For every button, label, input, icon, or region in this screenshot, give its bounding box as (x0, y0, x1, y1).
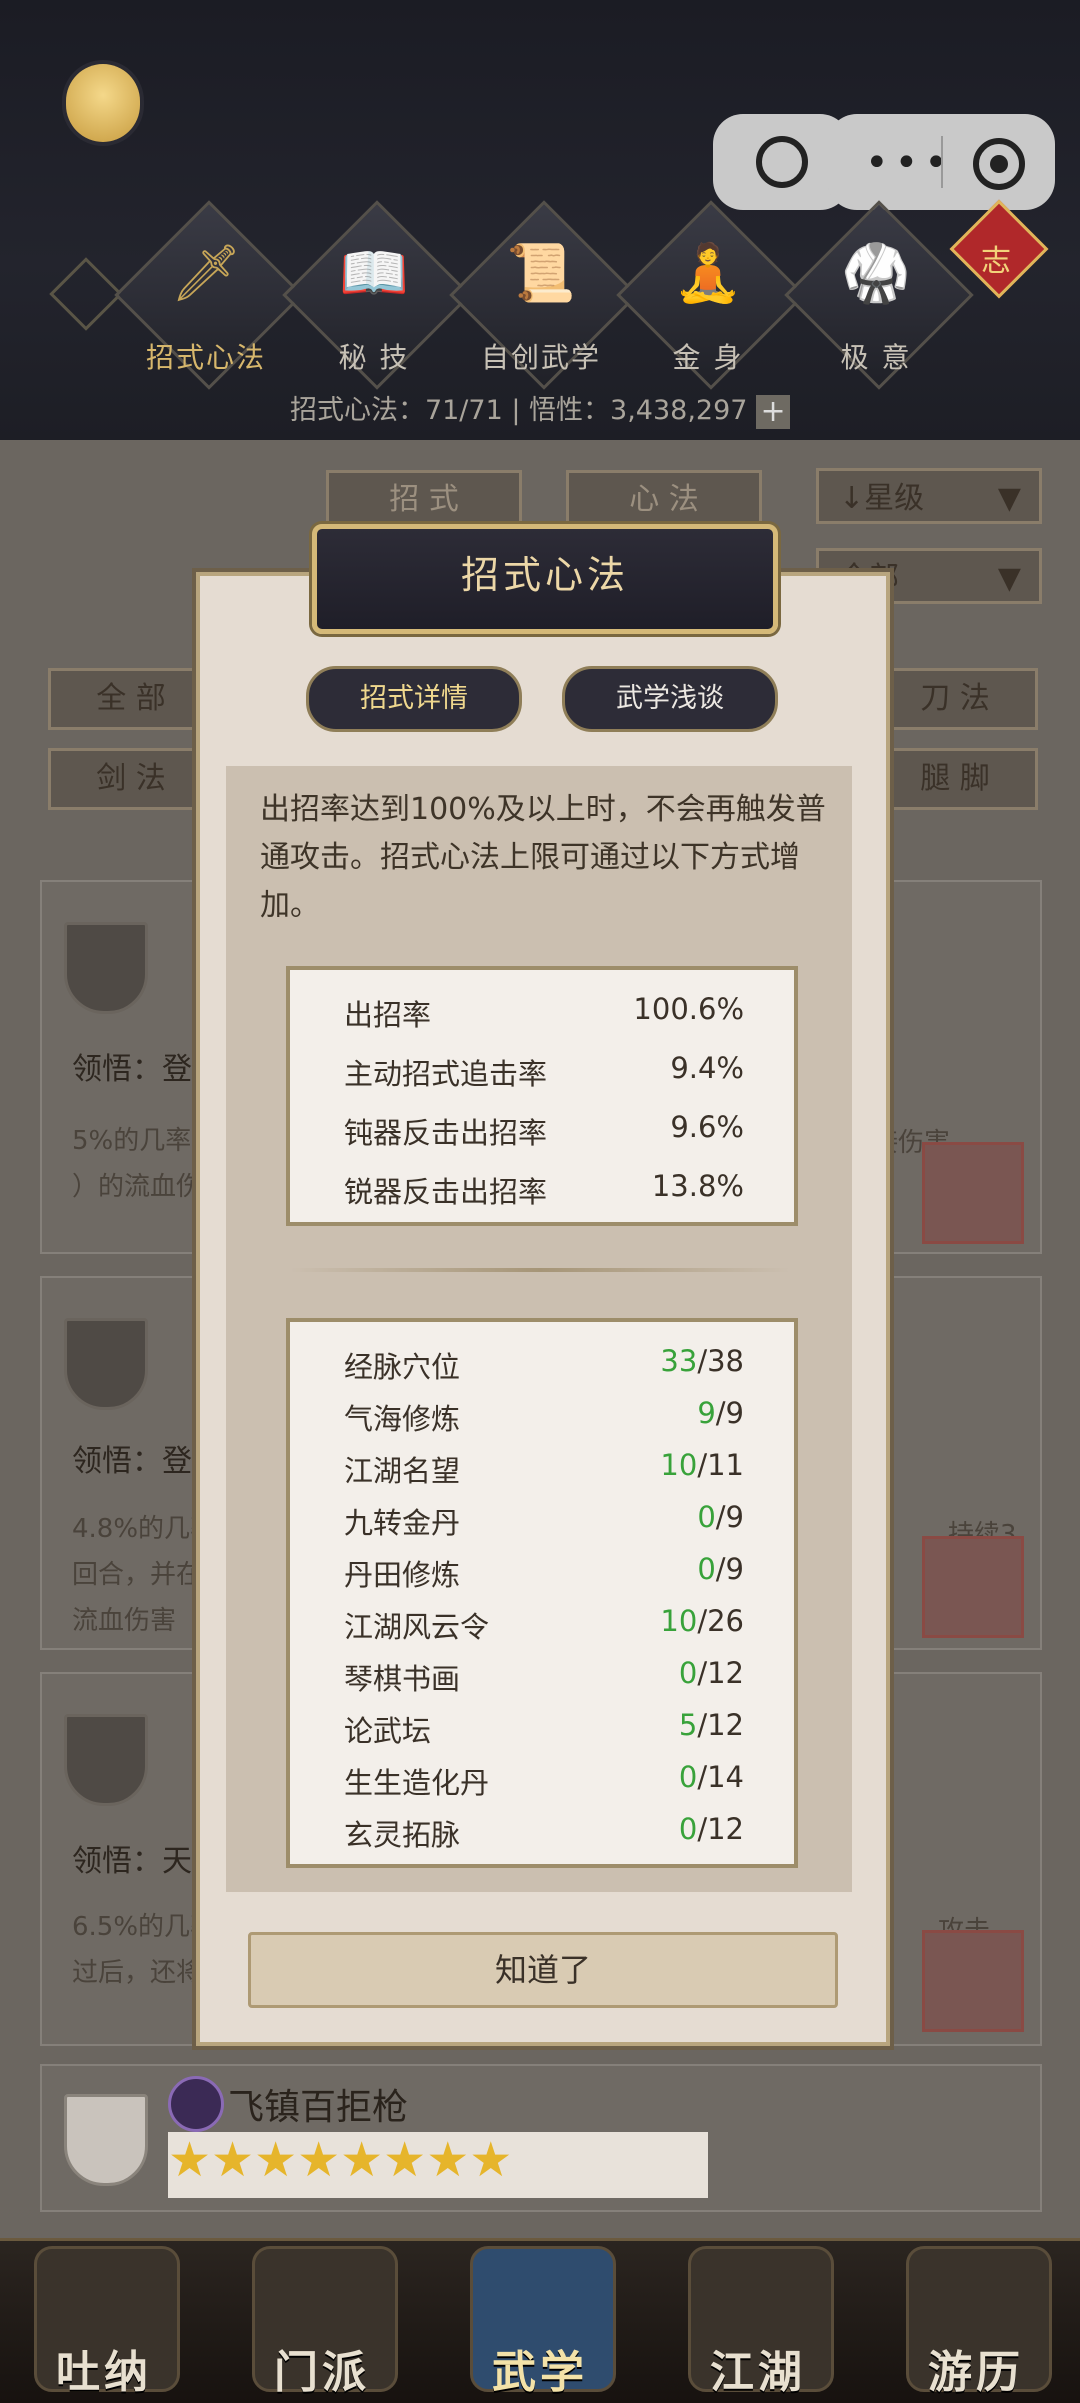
sect-badge-icon (168, 2076, 224, 2132)
divider (290, 1268, 790, 1272)
upgrade-shield-icon[interactable] (64, 2094, 148, 2186)
star-icon: ★ (297, 2132, 341, 2188)
star-icon: ★ (254, 2132, 298, 2188)
meditation-icon: 🧘 (673, 241, 743, 306)
sources-list[interactable]: 经脉穴位 33/38 气海修炼 9/9 江湖名望 10/11 九转金丹 0/9 丹田修炼… (286, 1318, 798, 1868)
nav-label-jianghu: 江湖 (710, 2347, 806, 2398)
nav-label-tuna: 吐纳 (56, 2347, 152, 2398)
ok-button[interactable]: 知道了 (248, 1932, 838, 2008)
seal-icon (922, 1142, 1024, 1244)
avatar-icon[interactable] (66, 64, 140, 142)
filter-blade[interactable]: 刀 法 (872, 668, 1038, 730)
seal-icon (922, 1930, 1024, 2032)
plus-icon[interactable]: + (756, 394, 791, 429)
star-icon: ★ (426, 2132, 470, 2188)
rate-row: 出招率 100.6% (344, 992, 744, 1032)
nav-label-wuxue: 武学 (492, 2347, 588, 2398)
source-row: 玄灵拓脉 0/12 (344, 1812, 744, 1852)
source-row: 论武坛 5/12 (344, 1708, 744, 1748)
star-icon: ★ (469, 2132, 513, 2188)
seal-icon (922, 1536, 1024, 1638)
category-label-2: 自创武学 (480, 341, 601, 374)
source-row: 生生造化丹 0/14 (344, 1760, 744, 1800)
star-icon: ★ (383, 2132, 427, 2188)
card-lingwu: 领悟：天 (72, 1844, 192, 1879)
upgrade-shield-icon[interactable] (64, 1318, 148, 1410)
card-lingwu: 领悟：登 (72, 1444, 192, 1479)
segment-xinfa[interactable]: 心 法 (566, 470, 762, 530)
star-icon: ★ (168, 2132, 212, 2188)
modal-intro: 出招率达到100%及以上时，不会再触发普通攻击。招式心法上限可通过以下方式增加。 (260, 792, 826, 923)
segment-zhaoshi[interactable]: 招 式 (326, 470, 522, 530)
category-label-4: 极 意 (840, 341, 912, 374)
rate-row: 钝器反击出招率 9.6% (344, 1110, 744, 1150)
source-row: 琴棋书画 0/12 (344, 1656, 744, 1696)
chevron-down-icon: ▼ (997, 481, 1021, 516)
chevron-down-icon: ▼ (997, 561, 1021, 596)
category-label-3: 金 身 (672, 341, 744, 374)
mini-program-capsule-right[interactable]: ••• (827, 114, 1055, 210)
star-icon: ★ (340, 2132, 384, 2188)
summary-line: 招式心法：71/71 | 悟性：3,438,297 + (0, 388, 1080, 429)
sword-icon: 🗡 (170, 241, 242, 306)
sort-dropdown[interactable]: ↓星级 ▼ (816, 468, 1042, 524)
source-row: 江湖风云令 10/26 (344, 1604, 744, 1644)
tab-details[interactable]: 招式详情 (306, 666, 522, 732)
card-lingwu: 领悟：登 (72, 1052, 192, 1087)
modal-title: 招式心法 (460, 553, 629, 597)
source-row: 丹田修炼 0/9 (344, 1552, 744, 1592)
star-icon: ★ (211, 2132, 255, 2188)
category-label-1: 秘 技 (338, 341, 410, 374)
skill-card-3[interactable]: 飞镇百拒枪 ★★★★★★★★ (40, 2064, 1042, 2212)
rate-row: 主动招式追击率 9.4% (344, 1051, 744, 1091)
upgrade-shield-icon[interactable] (64, 1714, 148, 1806)
book-icon: 📖 (339, 241, 409, 306)
card-title: 飞镇百拒枪 (228, 2087, 409, 2128)
rates-box: 出招率 100.6% 主动招式追击率 9.4% 钝器反击出招率 9.6% 锐器反击出招… (286, 966, 798, 1226)
filter-all[interactable]: 全 部 (48, 668, 214, 730)
source-row: 九转金丹 0/9 (344, 1500, 744, 1540)
stars-row: ★★★★★★★★ (168, 2132, 708, 2198)
category-label-0: 招式心法 (145, 341, 266, 374)
tab-discussion[interactable]: 武学浅谈 (562, 666, 778, 732)
scroll-icon: 📜 (506, 241, 576, 306)
nav-label-youli: 游历 (928, 2347, 1024, 2398)
knot-char: 志 (981, 244, 1011, 279)
rate-row: 锐器反击出招率 13.8% (344, 1169, 744, 1209)
pin-icon (755, 136, 808, 188)
nav-label-menpai: 门派 (274, 2347, 370, 2398)
source-row: 气海修炼 9/9 (344, 1396, 744, 1436)
source-row: 江湖名望 10/11 (344, 1448, 744, 1488)
martial-stance-icon: 🥋 (841, 241, 911, 306)
close-target-icon[interactable] (973, 138, 1025, 190)
upgrade-shield-icon[interactable] (64, 922, 148, 1014)
filter-sword[interactable]: 剑 法 (48, 748, 214, 810)
filter-leg[interactable]: 腿 脚 (872, 748, 1038, 810)
source-row: 经脉穴位 33/38 (344, 1344, 744, 1384)
